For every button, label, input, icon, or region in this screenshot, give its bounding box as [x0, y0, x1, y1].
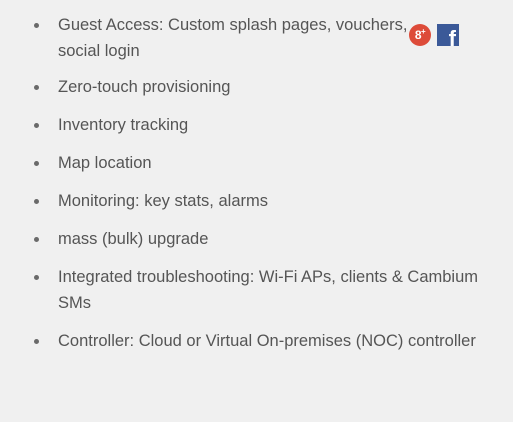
list-item-text: Monitoring: key stats, alarms: [58, 192, 268, 210]
list-item-text: Controller: Cloud or Virtual On-premises…: [58, 332, 476, 350]
list-item: Monitoring: key stats, alarms: [34, 188, 504, 214]
list-item: Controller: Cloud or Virtual On-premises…: [34, 328, 504, 354]
list-item-text: Guest Access: Custom splash pages, vouch…: [58, 16, 408, 60]
list-item-text: Map location: [58, 154, 152, 172]
list-item: Integrated troubleshooting: Wi-Fi APs, c…: [34, 264, 504, 316]
list-item-text: Zero-touch provisioning: [58, 78, 231, 96]
list-item: Zero-touch provisioning: [34, 74, 504, 100]
feature-list: Guest Access: Custom splash pages, vouch…: [34, 12, 504, 366]
list-item-text: Inventory tracking: [58, 116, 189, 134]
list-item: Inventory tracking: [34, 112, 504, 138]
list-item: Map location: [34, 150, 504, 176]
google-plus-icon[interactable]: 8 +: [409, 24, 431, 46]
social-icons: 8 + f: [409, 24, 459, 46]
list-item: mass (bulk) upgrade: [34, 226, 504, 252]
facebook-icon[interactable]: f: [437, 24, 459, 46]
list-item-text: Integrated troubleshooting: Wi-Fi APs, c…: [58, 268, 479, 312]
facebook-glyph: f: [448, 26, 456, 47]
list-item-text: mass (bulk) upgrade: [58, 230, 209, 248]
